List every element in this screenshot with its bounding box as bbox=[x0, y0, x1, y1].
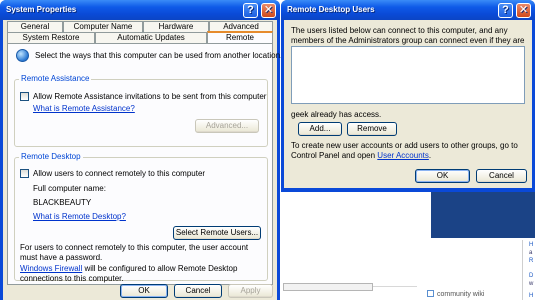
cancel-button[interactable]: Cancel bbox=[476, 169, 527, 183]
background-side-text: R bbox=[529, 258, 534, 264]
background-side-text: a bbox=[529, 250, 533, 256]
select-remote-users-button[interactable]: Select Remote Users... bbox=[173, 226, 261, 240]
remote-assistance-legend: Remote Assistance bbox=[19, 74, 92, 83]
remove-user-button[interactable]: Remove bbox=[347, 122, 397, 136]
remote-desktop-users-titlebar[interactable]: Remote Desktop Users ? ✕ bbox=[281, 0, 535, 20]
background-side-text: D bbox=[529, 273, 534, 279]
apply-button[interactable]: Apply bbox=[228, 284, 273, 298]
system-properties-client: General Computer Name Hardware Advanced … bbox=[3, 20, 282, 300]
background-side-text: H bbox=[529, 293, 534, 299]
computer-globe-icon bbox=[16, 49, 29, 62]
remote-desktop-group: Remote Desktop Allow users to connect re… bbox=[14, 152, 268, 284]
system-properties-titlebar[interactable]: System Properties ? ✕ bbox=[0, 0, 280, 20]
user-accounts-info-end: . bbox=[428, 151, 432, 160]
what-is-remote-assistance-link[interactable]: What is Remote Assistance? bbox=[33, 104, 135, 113]
remote-assistance-checkbox[interactable] bbox=[20, 92, 29, 101]
add-user-button[interactable]: Add... bbox=[298, 122, 342, 136]
advanced-button[interactable]: Advanced... bbox=[195, 119, 259, 133]
community-wiki-checkbox[interactable] bbox=[427, 290, 434, 297]
firewall-note: Windows Firewall will be configured to a… bbox=[20, 264, 265, 284]
dialog-title: Remote Desktop Users bbox=[287, 5, 375, 14]
remote-assistance-checkbox-label[interactable]: Allow Remote Assistance invitations to b… bbox=[33, 92, 266, 101]
system-properties-window: System Properties ? ✕ General Computer N… bbox=[0, 0, 282, 300]
access-note: geek already has access. bbox=[291, 110, 382, 119]
window-title: System Properties bbox=[6, 5, 77, 14]
computer-name-value: BLACKBEAUTY bbox=[33, 198, 92, 207]
remote-intro-text: Select the ways that this computer can b… bbox=[35, 51, 283, 60]
community-wiki-label: community wiki bbox=[437, 291, 485, 298]
background-column-divider bbox=[522, 240, 523, 300]
background-side-text: H bbox=[529, 242, 534, 248]
tab-remote[interactable]: Remote bbox=[207, 31, 273, 43]
user-accounts-link[interactable]: User Accounts bbox=[377, 151, 429, 160]
help-icon[interactable]: ? bbox=[498, 3, 513, 18]
background-side-text: w bbox=[529, 281, 534, 287]
what-is-remote-desktop-link[interactable]: What is Remote Desktop? bbox=[33, 212, 126, 221]
remote-desktop-users-dialog: Remote Desktop Users ? ✕ The users liste… bbox=[281, 0, 535, 192]
full-computer-name-label: Full computer name: bbox=[33, 184, 106, 193]
background-scrollbar[interactable] bbox=[283, 283, 373, 291]
remote-desktop-checkbox-label[interactable]: Allow users to connect remotely to this … bbox=[33, 169, 205, 178]
users-listbox[interactable] bbox=[291, 46, 525, 104]
close-icon[interactable]: ✕ bbox=[261, 3, 276, 18]
remote-desktop-users-client: The users listed below can connect to th… bbox=[284, 20, 532, 188]
user-accounts-info: To create new user accounts or add users… bbox=[291, 141, 529, 161]
help-icon[interactable]: ? bbox=[243, 3, 258, 18]
close-icon[interactable]: ✕ bbox=[516, 3, 531, 18]
ok-button[interactable]: OK bbox=[120, 284, 168, 298]
cancel-button[interactable]: Cancel bbox=[174, 284, 222, 298]
remote-assistance-group: Remote Assistance Allow Remote Assistanc… bbox=[14, 74, 268, 147]
tab-computer-name[interactable]: Computer Name bbox=[63, 21, 143, 32]
password-note: For users to connect remotely to this co… bbox=[20, 243, 249, 262]
remote-tab-panel: Select the ways that this computer can b… bbox=[7, 43, 282, 285]
remote-desktop-legend: Remote Desktop bbox=[19, 152, 83, 161]
tab-general[interactable]: General bbox=[7, 21, 63, 32]
community-wiki-option[interactable]: community wiki bbox=[427, 290, 484, 298]
tab-hardware[interactable]: Hardware bbox=[143, 21, 209, 32]
windows-firewall-link[interactable]: Windows Firewall bbox=[20, 264, 82, 273]
ok-button[interactable]: OK bbox=[415, 169, 470, 183]
remote-desktop-checkbox[interactable] bbox=[20, 169, 29, 178]
tab-automatic-updates[interactable]: Automatic Updates bbox=[95, 32, 207, 43]
tab-system-restore[interactable]: System Restore bbox=[7, 32, 95, 43]
